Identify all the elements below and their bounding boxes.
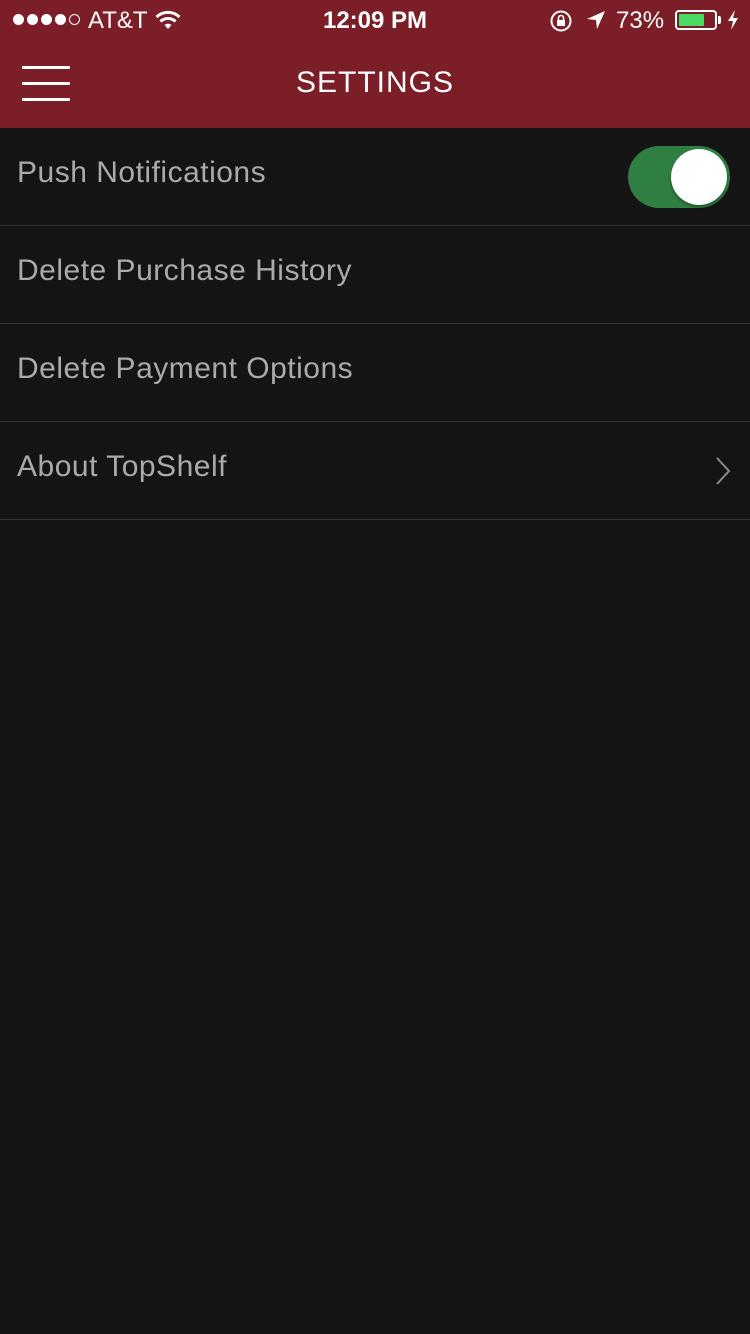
chevron-right-icon [716,457,731,485]
push-notifications-label: Push Notifications [17,156,267,189]
battery-level-fill [679,14,704,26]
battery-tip [718,16,721,24]
rotation-lock-icon [550,10,572,32]
push-notifications-toggle[interactable] [628,146,730,208]
delete-payment-options-label: Delete Payment Options [17,352,354,385]
battery-percent: 73% [616,7,665,34]
location-arrow-icon [587,11,605,29]
delete-purchase-history-button[interactable]: Delete Purchase History [0,226,750,324]
about-topshelf-label: About TopShelf [17,450,227,483]
delete-payment-options-button[interactable]: Delete Payment Options [0,324,750,422]
status-bar: AT&T 12:09 PM 73% [0,0,750,40]
charging-bolt-icon [728,10,738,30]
settings-list: Push Notifications Delete Purchase Histo… [0,128,750,520]
delete-purchase-history-label: Delete Purchase History [17,254,352,287]
toggle-knob [671,149,727,205]
header: AT&T 12:09 PM 73% SETTINGS [0,0,750,128]
page-title: SETTINGS [295,66,454,99]
push-notifications-row: Push Notifications [0,128,750,226]
about-topshelf-button[interactable]: About TopShelf [0,422,750,520]
battery-icon [675,10,717,30]
